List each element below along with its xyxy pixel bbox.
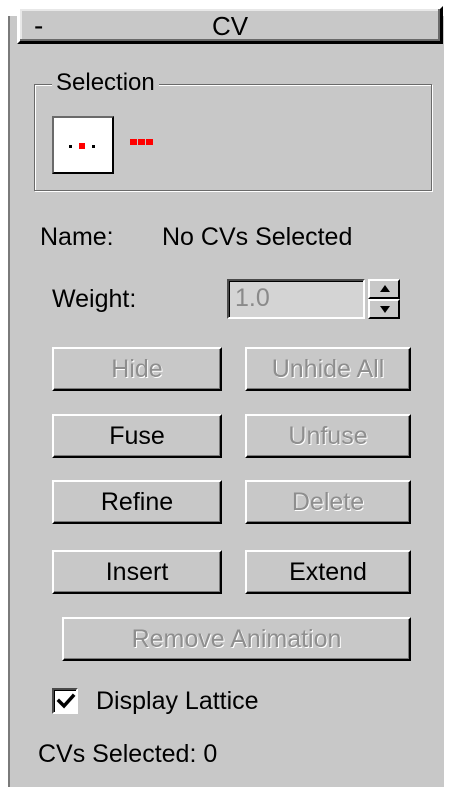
red-dot-icon	[130, 139, 137, 145]
red-dot-icon	[146, 139, 153, 145]
checkmark-icon	[56, 693, 76, 709]
cv-dot-icon-left	[69, 145, 72, 148]
weight-spinner[interactable]	[368, 279, 400, 319]
refine-button[interactable]: Refine	[52, 480, 222, 524]
insert-button[interactable]: Insert	[52, 550, 222, 594]
spinner-up-icon[interactable]	[368, 279, 400, 299]
cv-dot-icon	[79, 143, 85, 149]
weight-input[interactable]: 1.0	[227, 279, 365, 319]
cv-dot-icon-right	[92, 145, 95, 148]
display-lattice-label: Display Lattice	[96, 687, 259, 715]
name-label: Name:	[40, 223, 114, 251]
display-lattice-checkbox[interactable]	[52, 688, 78, 714]
cv-selection-level-button[interactable]	[52, 116, 114, 174]
hide-button[interactable]: Hide	[52, 347, 222, 391]
remove-animation-button[interactable]: Remove Animation	[62, 617, 411, 661]
weight-label: Weight:	[52, 285, 137, 313]
fuse-button[interactable]: Fuse	[52, 414, 222, 458]
unfuse-button[interactable]: Unfuse	[245, 414, 411, 458]
selected-cv-indicator-icon	[130, 139, 160, 145]
red-dot-icon	[138, 139, 145, 145]
unhide-all-button[interactable]: Unhide All	[245, 347, 411, 391]
cvs-selected-status: CVs Selected: 0	[38, 740, 218, 768]
selection-group-label: Selection	[52, 68, 159, 98]
spinner-down-icon[interactable]	[368, 299, 400, 319]
cv-rollout-header[interactable]: - CV	[17, 6, 443, 44]
rollout-title: CV	[211, 11, 249, 41]
name-value: No CVs Selected	[162, 223, 353, 251]
extend-button[interactable]: Extend	[245, 550, 411, 594]
delete-button[interactable]: Delete	[245, 480, 411, 524]
